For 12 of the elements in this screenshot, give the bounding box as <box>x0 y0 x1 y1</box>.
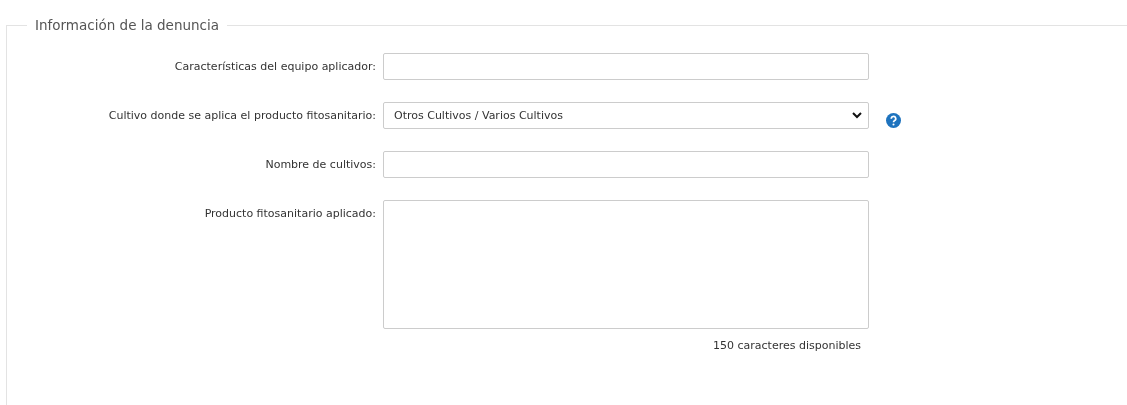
field-label: Nombre de cultivos: <box>264 157 376 171</box>
field-label: Producto fitosanitario aplicado: <box>203 206 376 220</box>
help-icon[interactable] <box>886 113 901 128</box>
field-label: Cultivo donde se aplica el producto fitosanitario: <box>107 108 376 122</box>
dropdown[interactable]: Otros Cultivos / Varios Cultivos <box>383 102 869 129</box>
text-field[interactable] <box>383 151 869 178</box>
text-field[interactable] <box>383 53 869 80</box>
chevron-down-icon <box>852 112 862 119</box>
section-title: Información de la denuncia <box>34 17 221 33</box>
field-label: Características del equipo aplicador: <box>173 59 376 73</box>
text-area[interactable] <box>383 200 869 329</box>
character-counter: 150 caracteres disponibles <box>712 339 862 352</box>
